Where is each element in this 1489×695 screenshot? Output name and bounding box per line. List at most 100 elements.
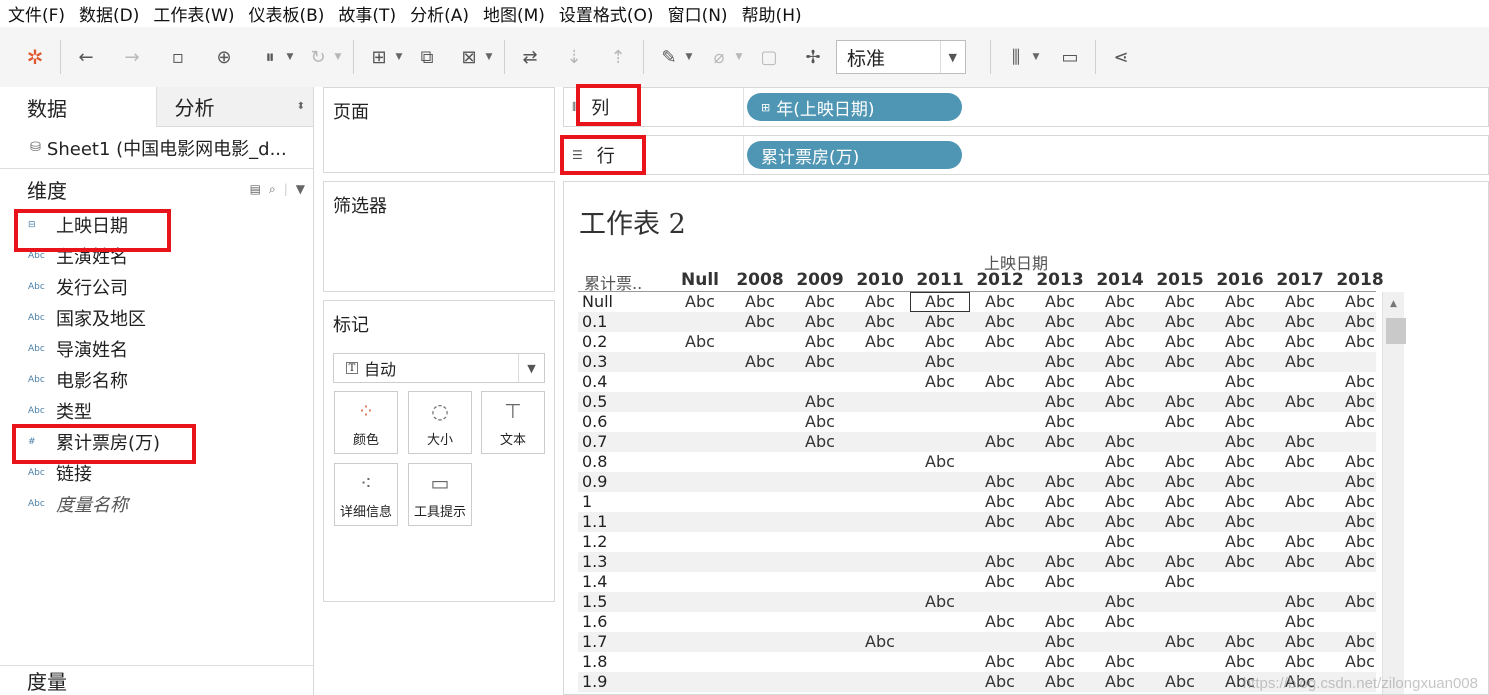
dimension-field[interactable]: Abc 电影名称 <box>0 364 313 395</box>
table-cell[interactable]: Abc <box>850 312 910 332</box>
dimension-field[interactable]: Abc 类型 <box>0 395 313 426</box>
group-dropdown-icon[interactable]: ▼ <box>734 52 744 62</box>
table-cell[interactable]: Abc <box>970 292 1030 312</box>
size-button[interactable]: ◌ 大小 <box>408 391 472 454</box>
table-cell[interactable]: Abc <box>1330 492 1390 512</box>
table-cell[interactable]: Abc <box>1030 652 1090 672</box>
column-header[interactable]: Null <box>670 270 730 290</box>
table-cell[interactable]: Abc <box>670 292 730 312</box>
table-cell[interactable]: Abc <box>790 392 850 412</box>
table-cell[interactable]: Abc <box>1210 392 1270 412</box>
forward-icon[interactable]: → <box>117 42 147 72</box>
column-header[interactable]: 2013 <box>1030 270 1090 290</box>
menu-item[interactable]: 设置格式(O) <box>559 1 654 26</box>
chevron-down-icon[interactable]: ▼ <box>296 182 305 196</box>
table-cell[interactable]: Abc <box>1090 452 1150 472</box>
column-header[interactable]: 2012 <box>970 270 1030 290</box>
row-header[interactable]: 1.6 <box>582 612 607 632</box>
table-cell[interactable]: Abc <box>1270 632 1330 652</box>
table-cell[interactable]: Abc <box>1150 452 1210 472</box>
dimension-field[interactable]: Abc 度量名称 <box>0 488 313 519</box>
column-header[interactable]: 2008 <box>730 270 790 290</box>
label-icon[interactable]: ▢ <box>754 42 784 72</box>
table-cell[interactable]: Abc <box>910 452 970 472</box>
color-button[interactable]: ⁘ 颜色 <box>334 391 398 454</box>
table-cell[interactable]: Abc <box>1210 432 1270 452</box>
table-cell[interactable]: Abc <box>970 332 1030 352</box>
sort-desc-icon[interactable]: ⇡ <box>603 42 633 72</box>
row-header[interactable]: 1.1 <box>582 512 607 532</box>
table-cell[interactable]: Abc <box>1210 332 1270 352</box>
clear-sheet-icon[interactable]: ⊠ <box>454 42 484 72</box>
table-cell[interactable]: Abc <box>910 372 970 392</box>
menu-item[interactable]: 帮助(H) <box>742 1 802 26</box>
filters-card[interactable]: 筛选器 <box>323 181 555 292</box>
fit-select[interactable]: 标准 ▼ <box>836 40 966 74</box>
dimension-field[interactable]: Abc 导演姓名 <box>0 333 313 364</box>
row-header[interactable]: 1.4 <box>582 572 607 592</box>
column-header[interactable]: 2016 <box>1210 270 1270 290</box>
search-icon[interactable]: ⌕ <box>269 182 276 197</box>
share-icon[interactable]: ⋖ <box>1106 42 1136 72</box>
table-cell[interactable]: Abc <box>910 292 970 312</box>
table-cell[interactable]: Abc <box>1150 472 1210 492</box>
row-header[interactable]: 1.3 <box>582 552 607 572</box>
table-cell[interactable]: Abc <box>1030 492 1090 512</box>
clear-sheet-dropdown-icon[interactable]: ▼ <box>484 52 494 62</box>
rows-shelf[interactable]: ☰ 行 累计票房(万) <box>563 135 1489 175</box>
table-cell[interactable]: Abc <box>670 332 730 352</box>
detail-button[interactable]: ⁖ 详细信息 <box>334 463 398 526</box>
table-cell[interactable]: Abc <box>1090 392 1150 412</box>
menu-item[interactable]: 地图(M) <box>483 1 545 26</box>
table-cell[interactable]: Abc <box>1090 512 1150 532</box>
table-cell[interactable]: Abc <box>970 552 1030 572</box>
row-header[interactable]: 0.3 <box>582 352 607 372</box>
table-cell[interactable]: Abc <box>1150 412 1210 432</box>
column-header[interactable]: 2018 <box>1330 270 1390 290</box>
table-cell[interactable]: Abc <box>1030 332 1090 352</box>
table-cell[interactable]: Abc <box>970 652 1030 672</box>
expand-icon[interactable]: ⊞ <box>761 101 770 114</box>
table-cell[interactable]: Abc <box>1210 452 1270 472</box>
updown-icon[interactable]: ⬍ <box>297 101 305 112</box>
table-cell[interactable]: Abc <box>1210 352 1270 372</box>
show-me-icon[interactable]: ⫼ <box>1001 42 1031 72</box>
presentation-icon[interactable]: ▭ <box>1055 42 1085 72</box>
table-cell[interactable]: Abc <box>1270 392 1330 412</box>
table-cell[interactable]: Abc <box>1330 412 1390 432</box>
table-cell[interactable]: Abc <box>1270 532 1330 552</box>
table-cell[interactable]: Abc <box>1330 292 1390 312</box>
table-cell[interactable]: Abc <box>1270 292 1330 312</box>
table-cell[interactable]: Abc <box>1090 472 1150 492</box>
column-header[interactable]: 2011 <box>910 270 970 290</box>
table-cell[interactable]: Abc <box>1150 672 1210 692</box>
table-cell[interactable]: Abc <box>970 672 1030 692</box>
table-cell[interactable]: Abc <box>1330 652 1390 672</box>
column-header[interactable]: 2017 <box>1270 270 1330 290</box>
table-cell[interactable]: Abc <box>730 312 790 332</box>
table-cell[interactable]: Abc <box>1270 452 1330 472</box>
table-cell[interactable]: Abc <box>850 292 910 312</box>
dimension-field[interactable]: Abc 发行公司 <box>0 271 313 302</box>
table-cell[interactable]: Abc <box>790 352 850 372</box>
tab-data[interactable]: 数据 <box>0 87 156 127</box>
show-me-dropdown-icon[interactable]: ▼ <box>1031 52 1041 62</box>
table-cell[interactable]: Abc <box>1270 652 1330 672</box>
sort-asc-icon[interactable]: ⇣ <box>559 42 589 72</box>
menu-item[interactable]: 文件(F) <box>8 1 65 26</box>
table-cell[interactable]: Abc <box>1090 532 1150 552</box>
table-cell[interactable]: Abc <box>790 412 850 432</box>
table-cell[interactable]: Abc <box>970 472 1030 492</box>
table-cell[interactable]: Abc <box>1210 632 1270 652</box>
table-cell[interactable]: Abc <box>1270 552 1330 572</box>
refresh-dropdown-icon[interactable]: ▼ <box>333 52 343 62</box>
row-header[interactable]: 1 <box>582 492 592 512</box>
table-cell[interactable]: Abc <box>1090 312 1150 332</box>
table-cell[interactable]: Abc <box>790 432 850 452</box>
table-cell[interactable]: Abc <box>1030 312 1090 332</box>
row-header[interactable]: 1.2 <box>582 532 607 552</box>
table-cell[interactable]: Abc <box>1030 552 1090 572</box>
table-cell[interactable]: Abc <box>1030 512 1090 532</box>
table-cell[interactable]: Abc <box>1210 292 1270 312</box>
menu-item[interactable]: 工作表(W) <box>153 1 234 26</box>
